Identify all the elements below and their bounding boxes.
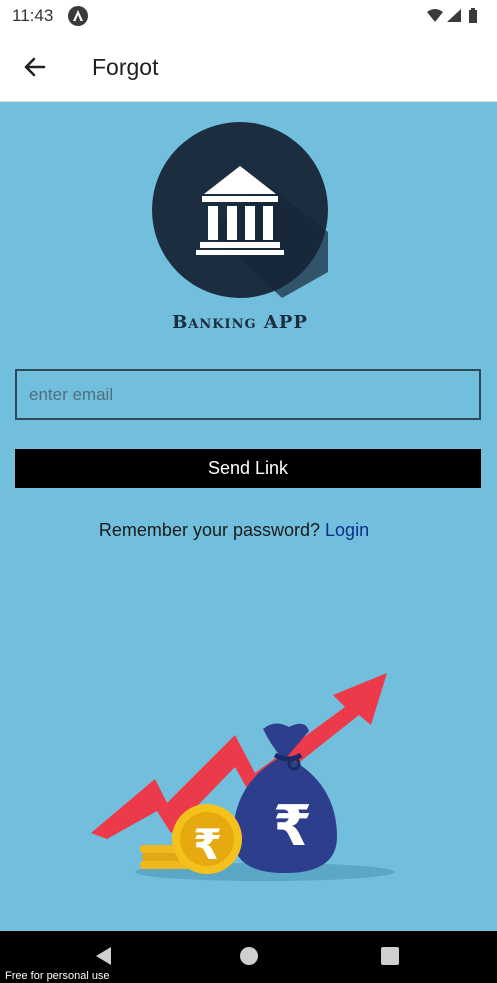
arrow-left-icon [24, 57, 46, 77]
home-circle-icon [240, 947, 258, 965]
app-bar: Forgot [0, 32, 497, 102]
remember-password-text: Remember your password? Login [0, 520, 466, 541]
bank-logo [152, 122, 328, 298]
battery-icon [469, 8, 477, 23]
login-link[interactable]: Login [325, 520, 369, 540]
back-button[interactable] [18, 50, 52, 84]
back-triangle-icon [96, 947, 111, 965]
svg-text:₹: ₹ [193, 820, 222, 869]
status-time: 11:43 [12, 6, 54, 25]
nav-back-button[interactable] [93, 945, 115, 972]
status-icons [425, 6, 487, 26]
svg-text:₹: ₹ [273, 794, 312, 859]
remember-prompt: Remember your password? [98, 520, 321, 540]
signal-icon [447, 9, 461, 22]
notification-icon [68, 6, 88, 26]
brand-name: Banking APP [172, 312, 308, 333]
bank-building-icon [152, 122, 328, 298]
money-growth-illustration: ₹ ₹ [75, 607, 420, 931]
recents-square-icon [381, 947, 399, 965]
page-title: Forgot [92, 54, 159, 80]
nav-home-button[interactable] [238, 945, 260, 972]
email-input[interactable] [15, 369, 481, 420]
wifi-icon [427, 9, 443, 22]
main-content: Banking APP Send Link Remember your pass… [0, 102, 497, 931]
rupee-money-bag-growth-illustration: ₹ ₹ [91, 673, 395, 881]
watermark: Free for personal use [5, 970, 110, 982]
status-bar: 11:43 [0, 0, 497, 32]
nav-recents-button[interactable] [379, 945, 401, 972]
send-link-button[interactable]: Send Link [15, 449, 481, 488]
